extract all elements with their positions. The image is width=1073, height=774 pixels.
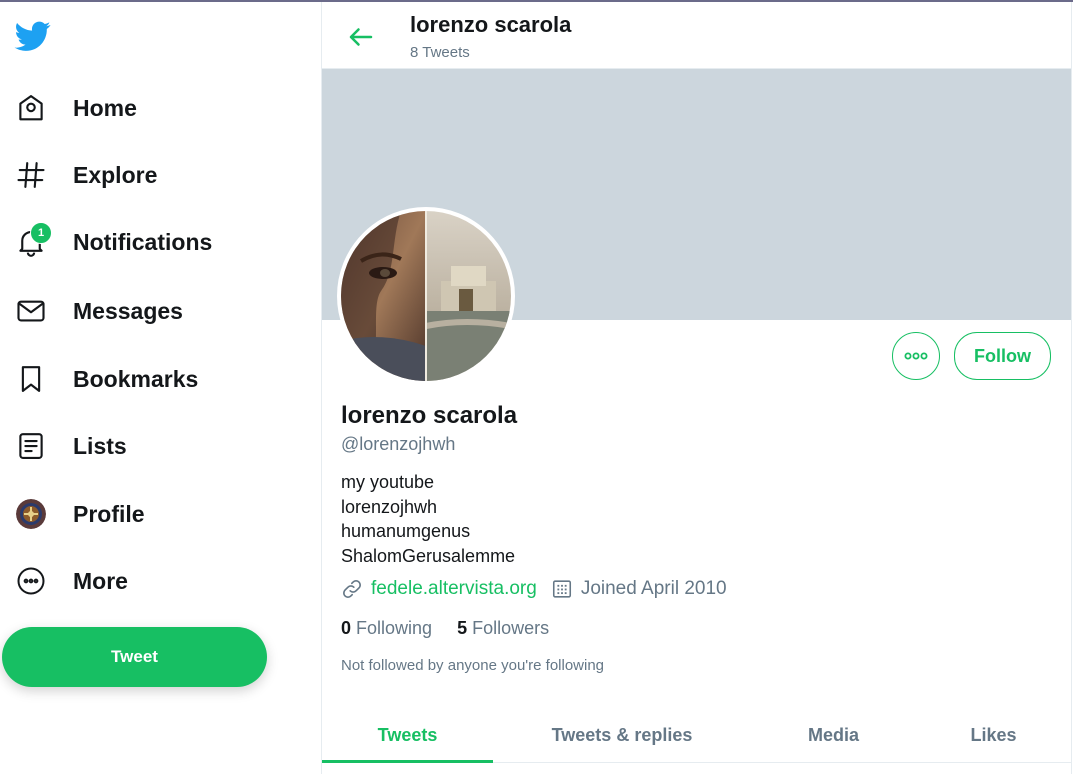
bookmark-icon	[14, 362, 48, 396]
tab-label: Tweets & replies	[551, 725, 693, 745]
sidebar-item-label: Lists	[73, 432, 127, 459]
bio-line: ShalomGerusalemme	[341, 545, 516, 566]
calendar-icon	[551, 578, 573, 600]
joined-date: Joined April 2010	[580, 578, 727, 599]
sidebar-item-label: Messages	[73, 297, 183, 324]
sidebar-item-lists[interactable]: Lists	[14, 424, 127, 468]
profile-handle: @lorenzojhwh	[341, 434, 456, 454]
profile-bio: my youtube lorenzojhwh humanumgenus Shal…	[341, 470, 515, 568]
not-followed-note: Not followed by anyone you're following	[341, 657, 605, 674]
sidebar-item-explore[interactable]: Explore	[14, 153, 157, 197]
bio-line: lorenzojhwh	[341, 496, 438, 517]
sidebar-item-messages[interactable]: Messages	[14, 289, 183, 333]
sidebar-item-more[interactable]: More	[14, 559, 128, 603]
sidebar-item-home[interactable]: Home	[14, 86, 137, 130]
followers-count: 5	[457, 618, 468, 638]
sidebar: Home Explore 1 Notifications Messages Bo…	[0, 2, 322, 774]
profile-tabs: Tweets Tweets & replies Media Likes	[322, 709, 1071, 763]
followers-label: Followers	[472, 618, 550, 638]
tab-label: Media	[807, 725, 859, 745]
hashtag-icon	[14, 158, 48, 192]
back-arrow-icon[interactable]	[346, 22, 376, 52]
followers-stat[interactable]: 5 Followers	[457, 618, 549, 639]
list-icon	[14, 429, 48, 463]
sidebar-item-label: Home	[73, 94, 137, 121]
notification-badge: 1	[30, 222, 52, 244]
bio-line: humanumgenus	[341, 521, 471, 541]
envelope-icon	[14, 294, 48, 328]
sidebar-item-label: Profile	[73, 500, 145, 527]
home-icon	[14, 91, 48, 125]
bell-icon: 1	[14, 222, 52, 259]
sidebar-item-profile[interactable]: Profile	[14, 492, 145, 536]
sidebar-item-label: Notifications	[73, 228, 213, 255]
bio-line: my youtube	[341, 472, 435, 492]
link-icon	[341, 578, 363, 600]
tab-tweets-replies[interactable]: Tweets & replies	[493, 709, 751, 762]
sidebar-item-notifications[interactable]: 1 Notifications	[14, 220, 212, 264]
tweet-button[interactable]: Tweet	[2, 627, 267, 687]
header-name: lorenzo scarola	[410, 12, 572, 37]
more-circle-icon	[14, 564, 48, 598]
following-label: Following	[356, 618, 433, 638]
twitter-bird-icon[interactable]	[14, 18, 52, 54]
tab-media[interactable]: Media	[751, 709, 916, 762]
profile-meta: fedele.altervista.org Joined April 2010	[341, 578, 727, 600]
sidebar-item-label: Bookmarks	[73, 365, 199, 392]
profile-column: lorenzo scarola 8 Tweets Follow lorenzo …	[321, 2, 1072, 774]
more-dots-icon	[904, 352, 928, 360]
tab-label: Likes	[970, 725, 1017, 745]
active-tab-indicator	[322, 760, 493, 763]
sidebar-item-label: More	[73, 567, 128, 594]
following-count: 0	[341, 618, 352, 638]
tab-label: Tweets	[377, 725, 438, 745]
profile-name: lorenzo scarola	[341, 402, 518, 429]
tab-likes[interactable]: Likes	[916, 709, 1071, 762]
more-options-button[interactable]	[892, 332, 940, 380]
profile-avatar[interactable]	[337, 207, 515, 385]
website-link[interactable]: fedele.altervista.org	[371, 578, 537, 600]
header-tweet-count: 8 Tweets	[410, 44, 470, 61]
tab-tweets[interactable]: Tweets	[322, 709, 493, 763]
following-stat[interactable]: 0 Following	[341, 618, 432, 639]
profile-header: lorenzo scarola 8 Tweets	[322, 2, 1071, 69]
follow-stats: 0 Following 5 Followers	[341, 618, 574, 639]
avatar	[16, 499, 46, 529]
follow-button[interactable]: Follow	[954, 332, 1051, 380]
sidebar-item-label: Explore	[73, 161, 158, 188]
sidebar-item-bookmarks[interactable]: Bookmarks	[14, 357, 198, 401]
